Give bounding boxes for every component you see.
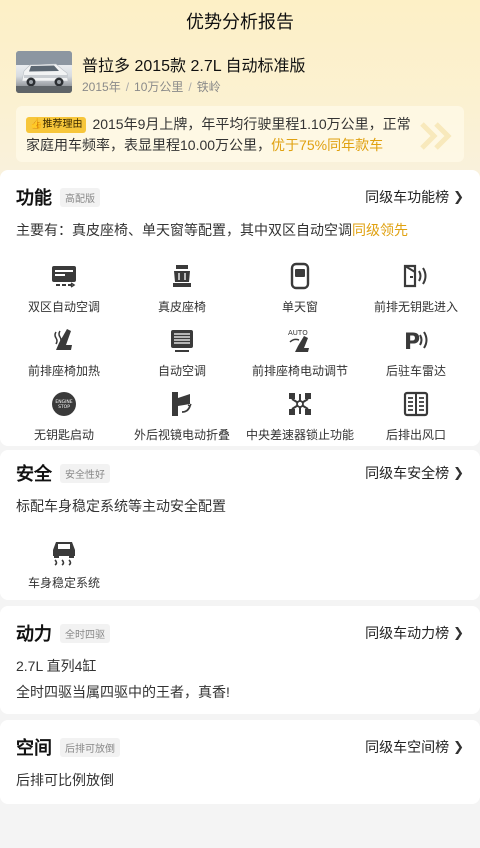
feature-item[interactable]: AUTO 前排座椅电动调节: [240, 326, 360, 384]
mirror-fold-icon: [172, 392, 192, 416]
power-badge: 全时四驱: [60, 623, 110, 643]
chevron-right-icon: ❯: [453, 625, 464, 640]
space-header: 空间 后排可放倒: [16, 732, 120, 762]
feature-item[interactable]: ENGINE STOP 无钥匙启动: [4, 390, 124, 448]
seat-heating-icon: [54, 329, 72, 350]
chevron-right-icon: ❯: [453, 739, 464, 754]
recommend-reason: 👍推荐理由 2015年9月上牌，年平均行驶里程1.10万公里，正常家庭用车频率，表…: [16, 106, 464, 162]
feature-label: 单天窗: [281, 300, 318, 314]
power-header: 动力 全时四驱: [16, 618, 110, 648]
safety-rank-label: 同级车安全榜: [365, 465, 450, 481]
space-title: 空间: [16, 738, 52, 758]
function-title: 功能: [16, 188, 52, 208]
feature-label: 后排出风口: [385, 428, 446, 442]
car-city: 铁岭: [196, 80, 221, 94]
power-engine: 2.7L 直列4缸: [16, 658, 97, 674]
safety-rank-link[interactable]: 同级车安全榜 ❯: [365, 458, 464, 488]
climate-control-icon: [52, 266, 76, 288]
space-rank-label: 同级车空间榜: [365, 739, 450, 755]
page-title: 优势分析报告: [186, 12, 294, 32]
leather-seat-icon: [173, 265, 191, 287]
title-bar: 优势分析报告: [0, 0, 480, 42]
safety-header: 安全 安全性好: [16, 458, 110, 488]
car-year: 2015年: [82, 80, 121, 94]
function-summary-text: 主要有：真皮座椅、单天窗等配置，其中双区自动空调: [16, 222, 352, 238]
svg-text:P: P: [404, 330, 420, 354]
parking-radar-icon: P: [404, 330, 428, 354]
safety-badge: 安全性好: [60, 463, 110, 483]
push-start-icon: ENGINE STOP: [52, 392, 76, 416]
function-rank-link[interactable]: 同级车功能榜 ❯: [365, 182, 464, 212]
auto-ac-icon: [171, 330, 193, 352]
function-badge: 高配版: [60, 187, 100, 207]
safety-summary: 标配车身稳定系统等主动安全配置: [16, 498, 226, 514]
feature-label: 前排无钥匙进入: [373, 300, 458, 314]
car-summary[interactable]: 普拉多 2015款 2.7L 自动标准版 2015年/10万公里 / 铁岭: [16, 50, 466, 96]
feature-item[interactable]: 单天窗: [240, 262, 360, 320]
space-section: 空间 后排可放倒 同级车空间榜 ❯ 后排可比例放倒: [0, 720, 480, 804]
function-rank-label: 同级车功能榜: [365, 189, 450, 205]
feature-label: 外后视镜电动折叠: [133, 428, 230, 442]
feature-item[interactable]: 后排出风口: [356, 390, 476, 448]
stability-control-icon: [53, 542, 75, 566]
power-section: 动力 全时四驱 同级车动力榜 ❯ 2.7L 直列4缸 全时四驱当属四驱中的王者，真…: [0, 606, 480, 714]
power-description: 全时四驱当属四驱中的王者，真香!: [16, 684, 230, 700]
safety-title: 安全: [16, 464, 52, 484]
chevron-right-icon: ❯: [453, 465, 464, 480]
feature-label: 前排座椅电动调节: [251, 364, 348, 378]
feature-item[interactable]: 中央差速器锁止功能: [240, 390, 360, 448]
car-thumbnail: [16, 51, 72, 93]
space-badge: 后排可放倒: [60, 737, 120, 757]
function-header: 功能 高配版: [16, 182, 100, 212]
suv-photo-icon: [16, 51, 72, 93]
feature-item[interactable]: 真皮座椅: [122, 262, 242, 320]
feature-item[interactable]: 车身稳定系统: [4, 538, 124, 596]
power-title: 动力: [16, 624, 52, 644]
reason-highlight: 优于75%同年款车: [271, 137, 384, 153]
feature-item[interactable]: 外后视镜电动折叠: [122, 390, 242, 448]
feature-label: 后驻车雷达: [385, 364, 446, 378]
thumbs-up-icon: 👍: [30, 119, 43, 130]
car-meta: 2015年/10万公里 / 铁岭: [82, 80, 221, 94]
feature-label: 中央差速器锁止功能: [245, 428, 354, 442]
svg-text:AUTO: AUTO: [288, 329, 308, 337]
function-summary-highlight: 同级领先: [352, 222, 408, 238]
function-summary: 主要有：真皮座椅、单天窗等配置，其中双区自动空调同级领先: [16, 220, 408, 240]
space-summary: 后排可比例放倒: [16, 772, 114, 788]
feature-label: 车身稳定系统: [27, 576, 100, 590]
chevrons-decoration-icon: [420, 122, 452, 150]
car-mileage: 10万公里: [134, 80, 184, 94]
chevron-right-icon: ❯: [453, 189, 464, 204]
recommend-tag: 👍推荐理由: [26, 117, 87, 133]
safety-section: 安全 安全性好 同级车安全榜 ❯ 标配车身稳定系统等主动安全配置 车身稳定系统: [0, 450, 480, 600]
power-rank-label: 同级车动力榜: [365, 625, 450, 641]
svg-text:STOP: STOP: [58, 404, 70, 410]
feature-label: 前排座椅加热: [27, 364, 100, 378]
feature-item[interactable]: 自动空调: [122, 326, 242, 384]
function-section: 功能 高配版 同级车功能榜 ❯ 主要有：真皮座椅、单天窗等配置，其中双区自动空调同…: [0, 170, 480, 446]
diff-lock-icon: [289, 393, 311, 415]
space-rank-link[interactable]: 同级车空间榜 ❯: [365, 732, 464, 762]
feature-item[interactable]: 前排无钥匙进入: [356, 262, 476, 320]
power-seat-icon: AUTO: [288, 329, 309, 352]
feature-item[interactable]: P 后驻车雷达: [356, 326, 476, 384]
feature-label: 双区自动空调: [27, 300, 100, 314]
feature-label: 无钥匙启动: [33, 428, 94, 442]
feature-label: 真皮座椅: [157, 300, 206, 314]
power-rank-link[interactable]: 同级车动力榜 ❯: [365, 618, 464, 648]
feature-label: 自动空调: [157, 364, 206, 378]
car-name: 普拉多 2015款 2.7L 自动标准版: [82, 58, 306, 75]
rear-vent-icon: [403, 391, 429, 417]
keyless-entry-icon: [403, 264, 427, 288]
feature-item[interactable]: 前排座椅加热: [4, 326, 124, 384]
feature-item[interactable]: 双区自动空调: [4, 262, 124, 320]
sunroof-icon: [290, 262, 310, 290]
